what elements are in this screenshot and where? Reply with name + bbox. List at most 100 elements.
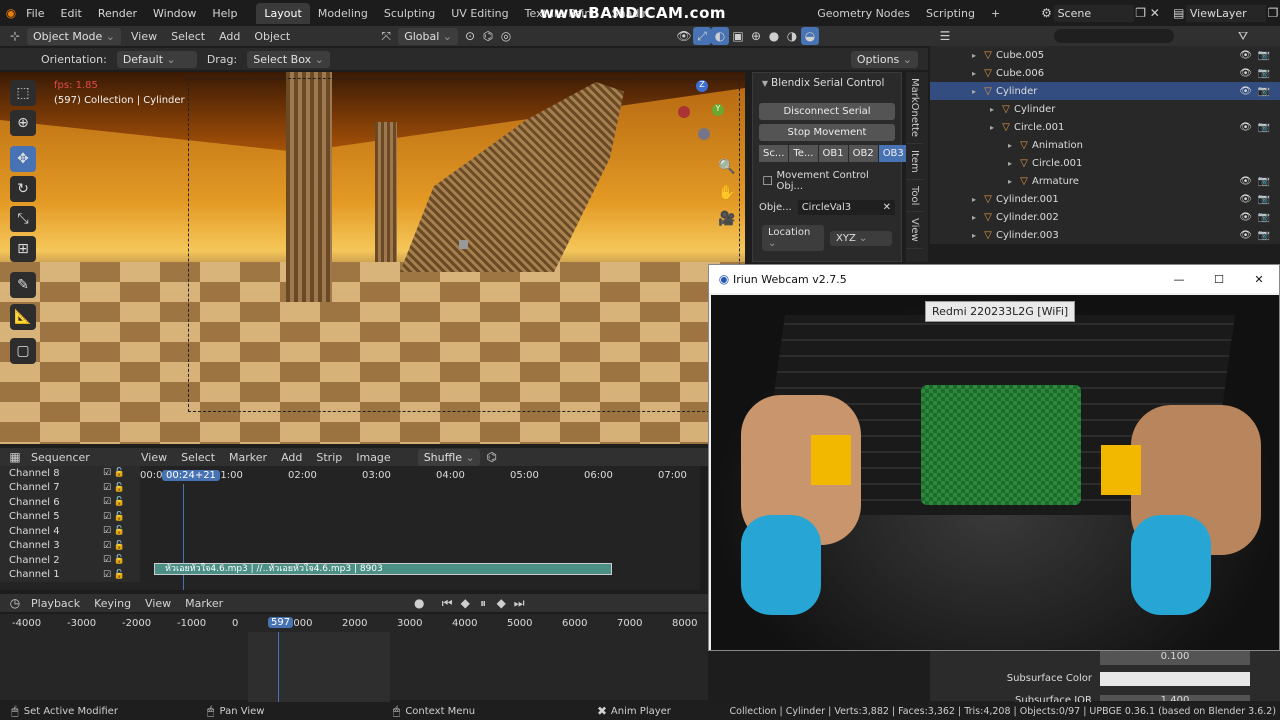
tab-geometry-nodes[interactable]: Geometry Nodes [809, 3, 918, 24]
outliner-row[interactable]: ▸ ▽ Cylinder.003 👁 📷 [930, 226, 1280, 244]
orientation-dropdown[interactable]: Default [116, 50, 197, 68]
outliner-row[interactable]: ▸ ▽ Cylinder.001 👁 📷 [930, 190, 1280, 208]
expand-icon[interactable]: ▸ [986, 123, 998, 132]
subsurface-ior-field[interactable]: 1.400 [1100, 695, 1250, 701]
proportional-icon[interactable]: ◎ [497, 27, 515, 45]
editor-type-icon[interactable]: ⊹ [6, 27, 24, 45]
rotate-tool-icon[interactable]: ↻ [10, 176, 36, 202]
gizmo-toggle-icon[interactable]: ⤢ [693, 27, 711, 45]
tab-ob1[interactable]: OB1 [818, 145, 848, 162]
jump-end-icon[interactable]: ⏭ [510, 594, 528, 612]
xray-icon[interactable]: ▣ [729, 27, 747, 45]
scene-icon[interactable]: ⚙ [1039, 4, 1053, 22]
shading-solid-icon[interactable]: ● [765, 27, 783, 45]
panel-header[interactable]: ▼ Blendix Serial Control [753, 73, 901, 93]
select-tool-icon[interactable]: ⬚ [10, 80, 36, 106]
blender-logo-icon[interactable]: ◉ [4, 4, 18, 22]
viewlayer-name[interactable]: ViewLayer [1185, 4, 1266, 22]
maximize-button[interactable]: ☐ [1199, 273, 1239, 286]
axis-dropdown[interactable]: XYZ [830, 230, 892, 246]
clear-icon[interactable]: ✕ [883, 202, 891, 213]
record-icon[interactable]: ● [410, 594, 428, 612]
expand-icon[interactable]: ▸ [986, 105, 998, 114]
seq-menu-view[interactable]: View [134, 451, 174, 464]
expand-icon[interactable]: ▸ [1004, 141, 1016, 150]
seq-menu-select[interactable]: Select [174, 451, 222, 464]
visibility-icon[interactable]: 👁 [675, 27, 693, 45]
timeline-area[interactable]: -4000 -3000 -2000 -1000 0 1000 2000 3000 4000 500… [0, 614, 708, 702]
drag-dropdown[interactable]: Select Box [247, 50, 330, 68]
menu-file[interactable]: File [18, 7, 52, 20]
channel-row[interactable]: Channel 7 ☑ 🔓 [0, 480, 140, 495]
outliner-row[interactable]: ▸ ▽ Animation [930, 136, 1280, 154]
close-button[interactable]: ✕ [1239, 273, 1279, 286]
visibility-eye-icon[interactable]: 👁 [1239, 68, 1252, 79]
visibility-eye-icon[interactable]: 👁 [1239, 50, 1252, 61]
seq-menu-strip[interactable]: Strip [309, 451, 349, 464]
current-frame-indicator[interactable]: 597 [268, 617, 294, 628]
transform-tool-icon[interactable]: ⊞ [10, 236, 36, 262]
render-camera-icon[interactable]: 📷 [1258, 122, 1270, 133]
object-mode-dropdown[interactable]: Object Mode [27, 27, 122, 45]
render-camera-icon[interactable]: 📷 [1258, 50, 1270, 61]
visibility-eye-icon[interactable]: 👁 [1239, 176, 1252, 187]
menu-playback[interactable]: Playback [24, 597, 87, 610]
collapse-icon[interactable]: ▼ [759, 79, 771, 88]
scene-name[interactable]: Scene [1053, 4, 1134, 22]
camera-view-icon[interactable]: 🎥 [714, 206, 740, 232]
expand-icon[interactable]: ▸ [968, 195, 980, 204]
sidetab-tool[interactable]: Tool [906, 180, 923, 213]
gizmo-neg-z[interactable] [698, 128, 710, 140]
menu-window[interactable]: Window [145, 7, 204, 20]
zoom-icon[interactable]: 🔍 [714, 154, 740, 180]
menu-add[interactable]: Add [212, 30, 247, 43]
render-camera-icon[interactable]: 📷 [1258, 86, 1270, 97]
visibility-eye-icon[interactable]: 👁 [1239, 230, 1252, 241]
channel-row[interactable]: Channel 1 ☑ 🔓 [0, 567, 140, 582]
outliner-row[interactable]: ▸ ▽ Cylinder 👁 📷 [930, 82, 1280, 100]
channel-mute-lock-icon[interactable]: ☑ 🔓 [103, 483, 125, 493]
channel-row[interactable]: Channel 4 ☑ 🔓 [0, 524, 140, 539]
pause-icon[interactable]: ⏸ [474, 594, 492, 612]
iriun-titlebar[interactable]: ◉ Iriun Webcam v2.7.5 — ☐ ✕ [709, 265, 1279, 293]
expand-icon[interactable]: ▸ [968, 213, 980, 222]
add-cube-tool-icon[interactable]: ▢ [10, 338, 36, 364]
add-workspace-button[interactable]: + [983, 3, 1008, 24]
outliner-search-input[interactable] [1054, 29, 1174, 43]
movement-control-section[interactable]: ☐ Movement Control Obj... [759, 170, 895, 192]
cursor-tool-icon[interactable]: ⊕ [10, 110, 36, 136]
seq-menu-image[interactable]: Image [349, 451, 397, 464]
snap-icon[interactable]: ⌬ [483, 448, 501, 466]
timeline-menu-marker[interactable]: Marker [178, 597, 230, 610]
gizmo-neg-x[interactable] [678, 106, 690, 118]
sequencer-type-dropdown[interactable]: Sequencer [24, 451, 134, 464]
channel-mute-lock-icon[interactable]: ☑ 🔓 [103, 541, 125, 551]
visibility-eye-icon[interactable]: 👁 [1239, 194, 1252, 205]
jump-start-icon[interactable]: ⏮ [438, 594, 456, 612]
seq-menu-add[interactable]: Add [274, 451, 309, 464]
prev-keyframe-icon[interactable]: ◆ [456, 594, 474, 612]
options-dropdown[interactable]: Options [850, 50, 918, 68]
channel-row[interactable]: Channel 8 ☑ 🔓 [0, 466, 140, 481]
pan-hand-icon[interactable]: ✋ [714, 180, 740, 206]
menu-help[interactable]: Help [204, 7, 245, 20]
snap-icon[interactable]: ⌬ [479, 27, 497, 45]
outliner-row[interactable]: ▸ ▽ Cube.005 👁 📷 [930, 46, 1280, 64]
measure-tool-icon[interactable]: 📐 [10, 304, 36, 330]
channel-mute-lock-icon[interactable]: ☑ 🔓 [103, 555, 125, 565]
expand-icon[interactable]: ▸ [968, 69, 980, 78]
outliner-row[interactable]: ▸ ▽ Cylinder.002 👁 📷 [930, 208, 1280, 226]
channel-row[interactable]: Channel 3 ☑ 🔓 [0, 538, 140, 553]
menu-object[interactable]: Object [247, 30, 297, 43]
device-dropdown[interactable]: Redmi 220233L2G [WiFi] [925, 301, 1076, 322]
tab-modeling[interactable]: Modeling [310, 3, 376, 24]
frame-ruler[interactable]: -4000 -3000 -2000 -1000 0 1000 2000 3000 4000 500… [0, 618, 708, 632]
menu-render[interactable]: Render [90, 7, 145, 20]
current-time-indicator[interactable]: 00:24+21 [162, 470, 220, 481]
channel-mute-lock-icon[interactable]: ☑ 🔓 [103, 570, 125, 580]
stop-movement-button[interactable]: Stop Movement [759, 124, 895, 141]
new-viewlayer-icon[interactable]: ❐ [1266, 4, 1280, 22]
transform-orientation-icon[interactable]: ⤧ [377, 27, 395, 45]
visibility-eye-icon[interactable]: 👁 [1239, 212, 1252, 223]
render-camera-icon[interactable]: 📷 [1258, 68, 1270, 79]
